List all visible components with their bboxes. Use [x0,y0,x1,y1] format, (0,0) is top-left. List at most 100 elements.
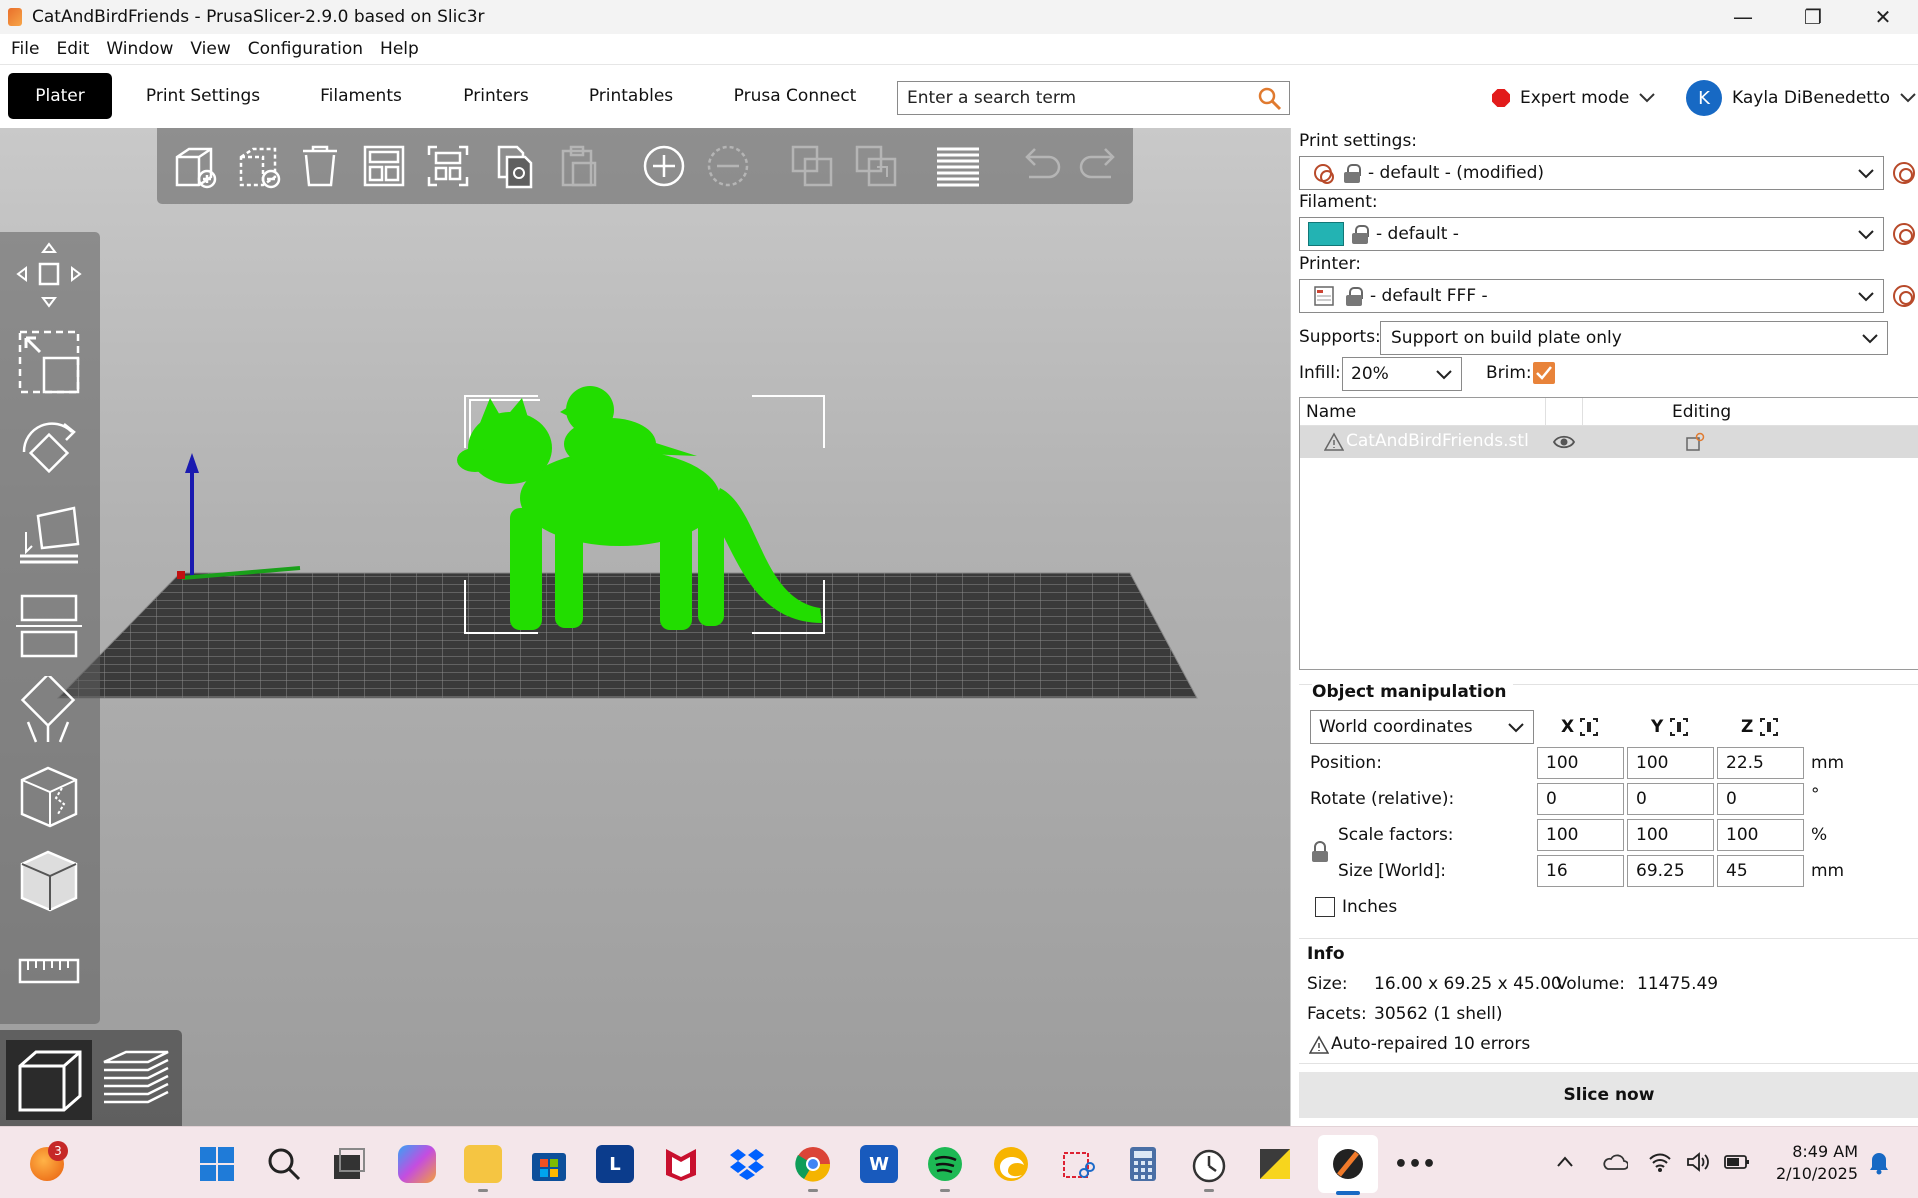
tab-printables[interactable]: Printables [580,73,682,119]
more-apps-icon[interactable]: ••• [1394,1145,1436,1183]
store-icon[interactable] [530,1145,568,1183]
size-x-field[interactable]: 16 [1537,855,1624,887]
fuzzy-skin-icon[interactable] [16,846,82,916]
start-icon[interactable] [198,1145,236,1183]
bird-model[interactable] [560,386,697,470]
edit-print-settings-icon[interactable] [1893,162,1915,184]
edit-object-icon[interactable] [1685,432,1705,452]
drop-to-bed-icon[interactable] [1759,717,1779,737]
tab-printers[interactable]: Printers [455,73,537,119]
scale-z-field[interactable]: 100 [1717,819,1804,851]
prusaslicer-taskbar-icon[interactable] [1329,1145,1367,1183]
snipping-tool-icon[interactable] [1058,1145,1096,1183]
redo-icon[interactable] [1077,143,1123,189]
tab-print-settings[interactable]: Print Settings [138,73,268,119]
scale-y-field[interactable]: 100 [1627,819,1714,851]
maximize-button[interactable]: ❐ [1778,0,1848,34]
split-objects-icon[interactable] [789,143,835,189]
clock-icon[interactable] [1190,1145,1228,1183]
print-bed[interactable] [56,572,1198,699]
coordinate-system-combo[interactable]: World coordinates [1310,710,1534,744]
remove-instance-icon[interactable] [705,143,751,189]
scale-icon[interactable] [16,328,82,398]
size-y-field[interactable]: 69.25 [1627,855,1714,887]
mode-selector[interactable]: Expert mode [1492,81,1656,115]
paste-icon[interactable] [555,143,601,189]
search-input[interactable]: Enter a search term [897,81,1290,115]
supports-combo[interactable]: Support on build plate only [1380,321,1888,355]
rotate-z-field[interactable]: 0 [1717,783,1804,815]
menu-help[interactable]: Help [380,39,419,59]
delete-object-icon[interactable] [235,143,281,189]
position-y-field[interactable]: 100 [1627,747,1714,779]
menu-file[interactable]: File [11,39,39,59]
minimize-button[interactable]: — [1708,0,1778,34]
filament-combo[interactable]: - default - [1299,217,1884,251]
rotate-x-field[interactable]: 0 [1537,783,1624,815]
mcafee-icon[interactable] [662,1145,700,1183]
menu-window[interactable]: Window [106,39,173,59]
tab-plater[interactable]: Plater [8,73,112,119]
eye-icon[interactable] [1553,433,1575,451]
drop-to-bed-icon[interactable] [1579,717,1599,737]
menu-configuration[interactable]: Configuration [248,39,363,59]
slice-now-button[interactable]: Slice now [1299,1072,1918,1118]
search-icon[interactable] [1257,86,1283,112]
copilot-icon[interactable] [398,1145,436,1183]
edit-printer-icon[interactable] [1893,285,1915,307]
word-icon[interactable]: W [860,1145,898,1183]
chrome-icon[interactable] [794,1145,832,1183]
measure-icon[interactable] [16,938,82,1008]
size-z-field[interactable]: 45 [1717,855,1804,887]
undo-icon[interactable] [1017,143,1063,189]
delete-all-icon[interactable] [297,143,343,189]
3d-view-icon[interactable] [6,1040,92,1120]
user-account[interactable]: K Kayla DiBenedetto [1686,78,1916,118]
tab-filaments[interactable]: Filaments [308,73,414,119]
notification-bell-icon[interactable] [1868,1149,1890,1175]
task-view-icon[interactable] [330,1145,368,1183]
lexis-icon[interactable]: L [596,1145,634,1183]
print-settings-combo[interactable]: - default - (modified) [1299,156,1884,190]
seam-painting-icon[interactable] [16,762,82,832]
arrange-icon[interactable] [361,143,407,189]
copy-icon[interactable] [491,143,537,189]
dropbox-icon[interactable] [728,1145,766,1183]
table-row[interactable]: CatAndBirdFriends.stl [1300,426,1918,458]
menu-view[interactable]: View [190,39,230,59]
spotify-icon[interactable] [926,1145,964,1183]
rotate-y-field[interactable]: 0 [1627,783,1714,815]
brim-checkbox[interactable] [1533,362,1555,384]
wifi-icon[interactable] [1648,1151,1672,1173]
edit-filament-icon[interactable] [1893,223,1915,245]
cut-icon[interactable] [16,590,82,660]
inches-checkbox[interactable] [1315,897,1335,917]
uniform-scale-lock-icon[interactable] [1311,841,1329,863]
object-list[interactable]: Name Editing CatAndBirdFriends.stl [1299,397,1918,670]
chevron-up-icon[interactable] [1556,1155,1574,1169]
battery-icon[interactable] [1724,1153,1750,1171]
arrange-selection-icon[interactable] [425,143,471,189]
file-explorer-icon[interactable] [464,1145,502,1183]
calculator-icon[interactable] [1124,1145,1162,1183]
position-x-field[interactable]: 100 [1537,747,1624,779]
rotate-icon[interactable] [16,416,82,486]
layer-editing-icon[interactable] [935,143,981,189]
place-on-face-icon[interactable] [16,502,82,572]
search-icon[interactable] [265,1145,303,1183]
drop-to-bed-icon[interactable] [1669,717,1689,737]
split-parts-icon[interactable] [853,143,899,189]
column-name[interactable]: Name [1306,402,1356,422]
sticky-notes-icon[interactable] [1256,1145,1294,1183]
support-painting-icon[interactable] [16,676,82,746]
3d-viewport[interactable] [0,128,1290,1126]
clock[interactable]: 8:49 AM 2/10/2025 [1776,1141,1858,1185]
scale-x-field[interactable]: 100 [1537,819,1624,851]
printer-combo[interactable]: - default FFF - [1299,279,1884,313]
column-editing[interactable]: Editing [1672,402,1731,422]
menu-edit[interactable]: Edit [56,39,89,59]
close-button[interactable]: ✕ [1848,0,1918,34]
add-instance-icon[interactable] [641,143,687,189]
preview-icon[interactable] [92,1040,178,1120]
position-z-field[interactable]: 22.5 [1717,747,1804,779]
